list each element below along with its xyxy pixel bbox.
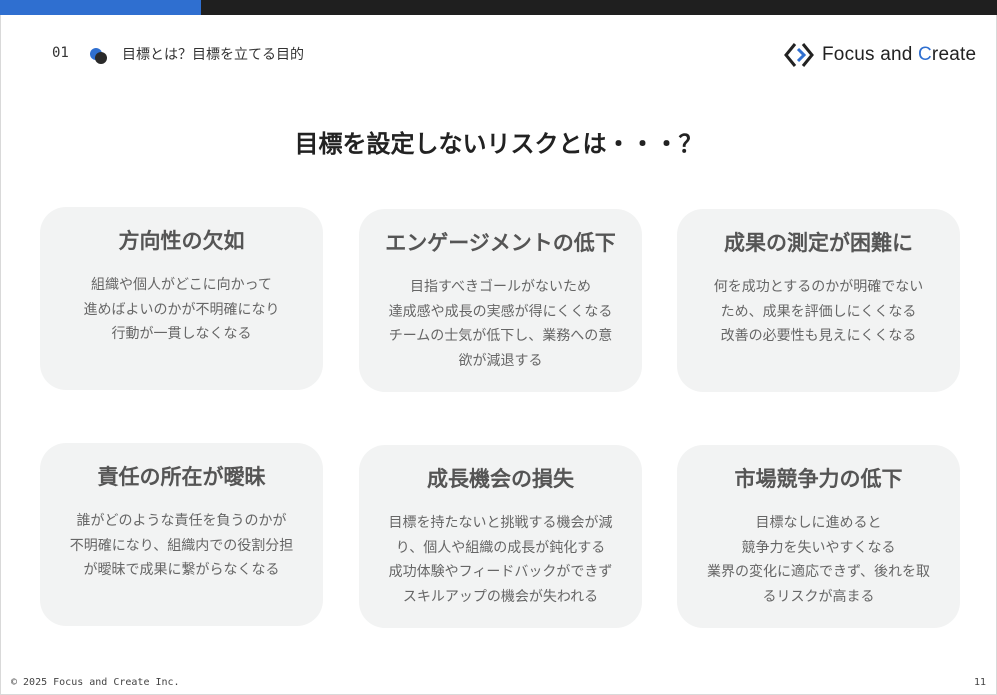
card-body: 目標なしに進めると 競争力を失いやすくなる 業界の変化に適応できず、後れを取 る… — [706, 515, 931, 605]
section-dots-icon — [90, 48, 107, 64]
card-title: 方向性の欠如 — [118, 229, 245, 253]
card-title: 成長機会の損失 — [427, 467, 574, 491]
top-bar-accent — [0, 0, 201, 15]
card-body: 目標を持たないと挑戦する機会が減 り、個人や組織の成長が鈍化する 成功体験やフィ… — [388, 515, 613, 605]
top-bar — [0, 0, 997, 15]
section-number: 01 — [52, 45, 69, 61]
copyright: © 2025 Focus and Create Inc. — [11, 677, 180, 688]
card-body: 誰がどのような責任を負うのかが 不明確になり、組織内での役割分担 が曖昧で成果に… — [69, 513, 294, 578]
page-number: 11 — [973, 677, 986, 688]
risk-card-competitiveness: 市場競争力の低下 目標なしに進めると 競争力を失いやすくなる 業界の変化に適応で… — [677, 445, 960, 628]
card-title: 成果の測定が困難に — [724, 231, 913, 255]
brand-logo: Focus and Create — [784, 40, 976, 70]
risk-card-measurement: 成果の測定が困難に 何を成功とするのかが明確でない ため、成果を評価しにくくなる… — [677, 209, 960, 392]
risk-card-responsibility: 責任の所在が曖昧 誰がどのような責任を負うのかが 不明確になり、組織内での役割分… — [40, 443, 323, 626]
risk-card-engagement: エンゲージメントの低下 目指すべきゴールがないため 達成感や成長の実感が得にくく… — [359, 209, 642, 392]
section-title: 目標とは？目標を立てる目的 — [122, 47, 304, 63]
logo-text: Focus and Create — [822, 44, 977, 65]
card-body: 組織や個人がどこに向かって 進めばよいのかが不明確になり 行動が一貫しなくなる — [83, 277, 280, 342]
slide-title: 目標を設定しないリスクとは・・・？ — [294, 130, 703, 158]
card-body: 目指すべきゴールがないため 達成感や成長の実感が得にくくなる チームの士気が低下… — [388, 279, 613, 369]
card-title: 市場競争力の低下 — [734, 467, 903, 491]
risk-card-direction: 方向性の欠如 組織や個人がどこに向かって 進めばよいのかが不明確になり 行動が一… — [40, 207, 323, 390]
card-body: 何を成功とするのかが明確でない ため、成果を評価しにくくなる 改善の必要性も見え… — [713, 279, 924, 344]
card-title: 責任の所在が曖昧 — [97, 465, 266, 489]
card-title: エンゲージメントの低下 — [385, 231, 616, 255]
logo-mark-icon — [784, 43, 814, 67]
risk-card-growth: 成長機会の損失 目標を持たないと挑戦する機会が減 り、個人や組織の成長が鈍化する… — [359, 445, 642, 628]
